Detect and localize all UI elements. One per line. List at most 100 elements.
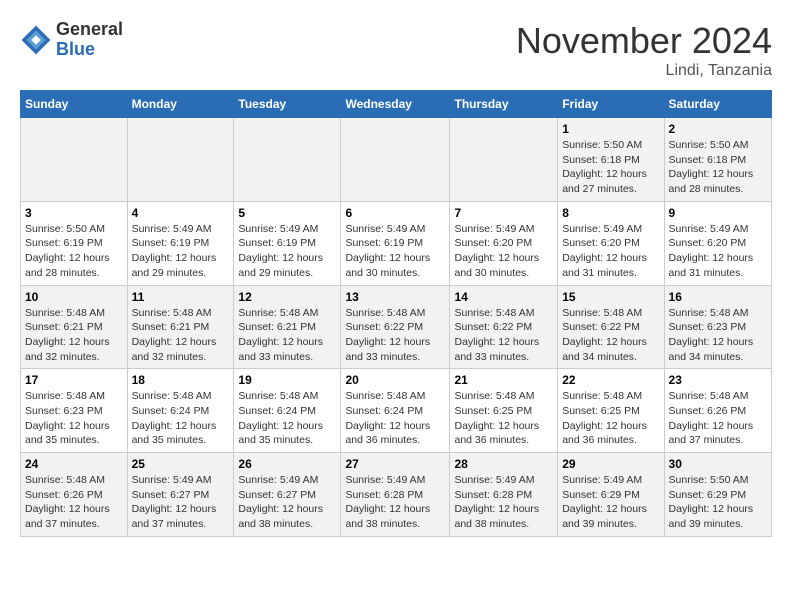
day-number: 15 (562, 290, 659, 304)
calendar-cell (127, 118, 234, 202)
title-section: November 2024 Lindi, Tanzania (516, 20, 772, 80)
calendar-cell: 26Sunrise: 5:49 AM Sunset: 6:27 PM Dayli… (234, 453, 341, 537)
day-number: 17 (25, 373, 123, 387)
calendar-week-row: 1 Sunrise: 5:50 AM Sunset: 6:18 PM Daylig… (21, 118, 772, 202)
calendar-header: SundayMondayTuesdayWednesdayThursdayFrid… (21, 91, 772, 118)
day-number: 27 (345, 457, 445, 471)
calendar-cell: 11Sunrise: 5:48 AM Sunset: 6:21 PM Dayli… (127, 285, 234, 369)
day-info: Sunrise: 5:48 AM Sunset: 6:25 PM Dayligh… (562, 389, 659, 448)
day-info: Sunrise: 5:49 AM Sunset: 6:29 PM Dayligh… (562, 473, 659, 532)
day-info: Sunrise: 5:49 AM Sunset: 6:20 PM Dayligh… (669, 222, 767, 281)
calendar-cell: 29Sunrise: 5:49 AM Sunset: 6:29 PM Dayli… (558, 453, 664, 537)
day-number: 2 (669, 122, 767, 136)
weekday-header-thursday: Thursday (450, 91, 558, 118)
day-number: 30 (669, 457, 767, 471)
day-info: Sunrise: 5:48 AM Sunset: 6:21 PM Dayligh… (132, 306, 230, 365)
day-number: 3 (25, 206, 123, 220)
calendar-cell: 4 Sunrise: 5:49 AM Sunset: 6:19 PM Daylig… (127, 201, 234, 285)
calendar-cell (341, 118, 450, 202)
day-info: Sunrise: 5:48 AM Sunset: 6:22 PM Dayligh… (562, 306, 659, 365)
calendar-cell: 19 Sunrise: 5:48 AM Sunset: 6:24 PM Dayli… (234, 369, 341, 453)
day-info: Sunrise: 5:48 AM Sunset: 6:22 PM Dayligh… (454, 306, 553, 365)
day-number: 28 (454, 457, 553, 471)
logo-blue: Blue (56, 39, 95, 59)
day-number: 6 (345, 206, 445, 220)
calendar-cell: 10 Sunrise: 5:48 AM Sunset: 6:21 PM Dayli… (21, 285, 128, 369)
day-info: Sunrise: 5:49 AM Sunset: 6:19 PM Dayligh… (345, 222, 445, 281)
weekday-header-wednesday: Wednesday (341, 91, 450, 118)
calendar-cell: 13 Sunrise: 5:48 AM Sunset: 6:22 PM Dayli… (341, 285, 450, 369)
calendar-cell: 14 Sunrise: 5:48 AM Sunset: 6:22 PM Dayli… (450, 285, 558, 369)
location: Lindi, Tanzania (516, 62, 772, 80)
day-info: Sunrise: 5:48 AM Sunset: 6:21 PM Dayligh… (238, 306, 336, 365)
day-info: Sunrise: 5:50 AM Sunset: 6:29 PM Dayligh… (669, 473, 767, 532)
calendar-cell: 15 Sunrise: 5:48 AM Sunset: 6:22 PM Dayli… (558, 285, 664, 369)
day-info: Sunrise: 5:48 AM Sunset: 6:22 PM Dayligh… (345, 306, 445, 365)
calendar-week-row: 3Sunrise: 5:50 AM Sunset: 6:19 PM Daylig… (21, 201, 772, 285)
calendar-cell: 28 Sunrise: 5:49 AM Sunset: 6:28 PM Dayli… (450, 453, 558, 537)
day-number: 1 (562, 122, 659, 136)
day-number: 4 (132, 206, 230, 220)
day-number: 21 (454, 373, 553, 387)
day-info: Sunrise: 5:50 AM Sunset: 6:18 PM Dayligh… (669, 138, 767, 197)
day-number: 14 (454, 290, 553, 304)
day-info: Sunrise: 5:48 AM Sunset: 6:26 PM Dayligh… (669, 389, 767, 448)
day-info: Sunrise: 5:49 AM Sunset: 6:19 PM Dayligh… (132, 222, 230, 281)
calendar-cell: 7 Sunrise: 5:49 AM Sunset: 6:20 PM Daylig… (450, 201, 558, 285)
calendar-cell: 22Sunrise: 5:48 AM Sunset: 6:25 PM Dayli… (558, 369, 664, 453)
calendar-week-row: 24 Sunrise: 5:48 AM Sunset: 6:26 PM Dayli… (21, 453, 772, 537)
calendar-cell: 20 Sunrise: 5:48 AM Sunset: 6:24 PM Dayli… (341, 369, 450, 453)
weekday-header-monday: Monday (127, 91, 234, 118)
day-info: Sunrise: 5:49 AM Sunset: 6:28 PM Dayligh… (345, 473, 445, 532)
day-info: Sunrise: 5:49 AM Sunset: 6:28 PM Dayligh… (454, 473, 553, 532)
day-number: 24 (25, 457, 123, 471)
calendar-cell: 30 Sunrise: 5:50 AM Sunset: 6:29 PM Dayli… (664, 453, 771, 537)
calendar-cell: 25Sunrise: 5:49 AM Sunset: 6:27 PM Dayli… (127, 453, 234, 537)
weekday-header-friday: Friday (558, 91, 664, 118)
weekday-header-sunday: Sunday (21, 91, 128, 118)
day-number: 18 (132, 373, 230, 387)
day-number: 12 (238, 290, 336, 304)
weekday-header-row: SundayMondayTuesdayWednesdayThursdayFrid… (21, 91, 772, 118)
day-info: Sunrise: 5:48 AM Sunset: 6:21 PM Dayligh… (25, 306, 123, 365)
day-info: Sunrise: 5:50 AM Sunset: 6:18 PM Dayligh… (562, 138, 659, 197)
day-info: Sunrise: 5:48 AM Sunset: 6:26 PM Dayligh… (25, 473, 123, 532)
day-info: Sunrise: 5:48 AM Sunset: 6:23 PM Dayligh… (25, 389, 123, 448)
calendar-cell: 2 Sunrise: 5:50 AM Sunset: 6:18 PM Daylig… (664, 118, 771, 202)
calendar-cell (450, 118, 558, 202)
day-info: Sunrise: 5:48 AM Sunset: 6:23 PM Dayligh… (669, 306, 767, 365)
calendar-week-row: 17 Sunrise: 5:48 AM Sunset: 6:23 PM Dayli… (21, 369, 772, 453)
day-number: 16 (669, 290, 767, 304)
calendar-table: SundayMondayTuesdayWednesdayThursdayFrid… (20, 90, 772, 537)
day-number: 7 (454, 206, 553, 220)
logo-text: General Blue (56, 20, 123, 60)
day-number: 19 (238, 373, 336, 387)
calendar-cell: 17 Sunrise: 5:48 AM Sunset: 6:23 PM Dayli… (21, 369, 128, 453)
calendar-cell: 21 Sunrise: 5:48 AM Sunset: 6:25 PM Dayli… (450, 369, 558, 453)
calendar-cell: 12 Sunrise: 5:48 AM Sunset: 6:21 PM Dayli… (234, 285, 341, 369)
page-header: General Blue November 2024 Lindi, Tanzan… (20, 20, 772, 80)
day-info: Sunrise: 5:48 AM Sunset: 6:24 PM Dayligh… (238, 389, 336, 448)
day-info: Sunrise: 5:49 AM Sunset: 6:20 PM Dayligh… (454, 222, 553, 281)
day-info: Sunrise: 5:48 AM Sunset: 6:24 PM Dayligh… (132, 389, 230, 448)
weekday-header-tuesday: Tuesday (234, 91, 341, 118)
day-info: Sunrise: 5:48 AM Sunset: 6:24 PM Dayligh… (345, 389, 445, 448)
logo: General Blue (20, 20, 123, 60)
day-number: 10 (25, 290, 123, 304)
calendar-cell (234, 118, 341, 202)
month-title: November 2024 (516, 20, 772, 62)
calendar-cell: 18 Sunrise: 5:48 AM Sunset: 6:24 PM Dayli… (127, 369, 234, 453)
calendar-cell: 27 Sunrise: 5:49 AM Sunset: 6:28 PM Dayli… (341, 453, 450, 537)
day-info: Sunrise: 5:48 AM Sunset: 6:25 PM Dayligh… (454, 389, 553, 448)
calendar-cell: 8Sunrise: 5:49 AM Sunset: 6:20 PM Daylig… (558, 201, 664, 285)
calendar-cell: 24 Sunrise: 5:48 AM Sunset: 6:26 PM Dayli… (21, 453, 128, 537)
day-info: Sunrise: 5:49 AM Sunset: 6:20 PM Dayligh… (562, 222, 659, 281)
day-number: 20 (345, 373, 445, 387)
calendar-cell: 1 Sunrise: 5:50 AM Sunset: 6:18 PM Daylig… (558, 118, 664, 202)
day-number: 23 (669, 373, 767, 387)
day-info: Sunrise: 5:49 AM Sunset: 6:27 PM Dayligh… (132, 473, 230, 532)
calendar-cell: 23 Sunrise: 5:48 AM Sunset: 6:26 PM Dayli… (664, 369, 771, 453)
weekday-header-saturday: Saturday (664, 91, 771, 118)
calendar-cell: 9Sunrise: 5:49 AM Sunset: 6:20 PM Daylig… (664, 201, 771, 285)
day-number: 13 (345, 290, 445, 304)
